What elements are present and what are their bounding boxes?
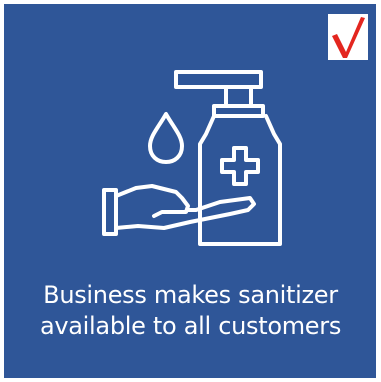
caption: Business makes sanitizer available to al… <box>0 280 381 342</box>
caption-line-1: Business makes sanitizer <box>43 281 338 309</box>
hand-sanitizer-icon <box>102 70 282 246</box>
checkmark-icon <box>332 17 365 58</box>
brand-badge <box>328 14 368 60</box>
caption-line-2: available to all customers <box>39 312 342 340</box>
